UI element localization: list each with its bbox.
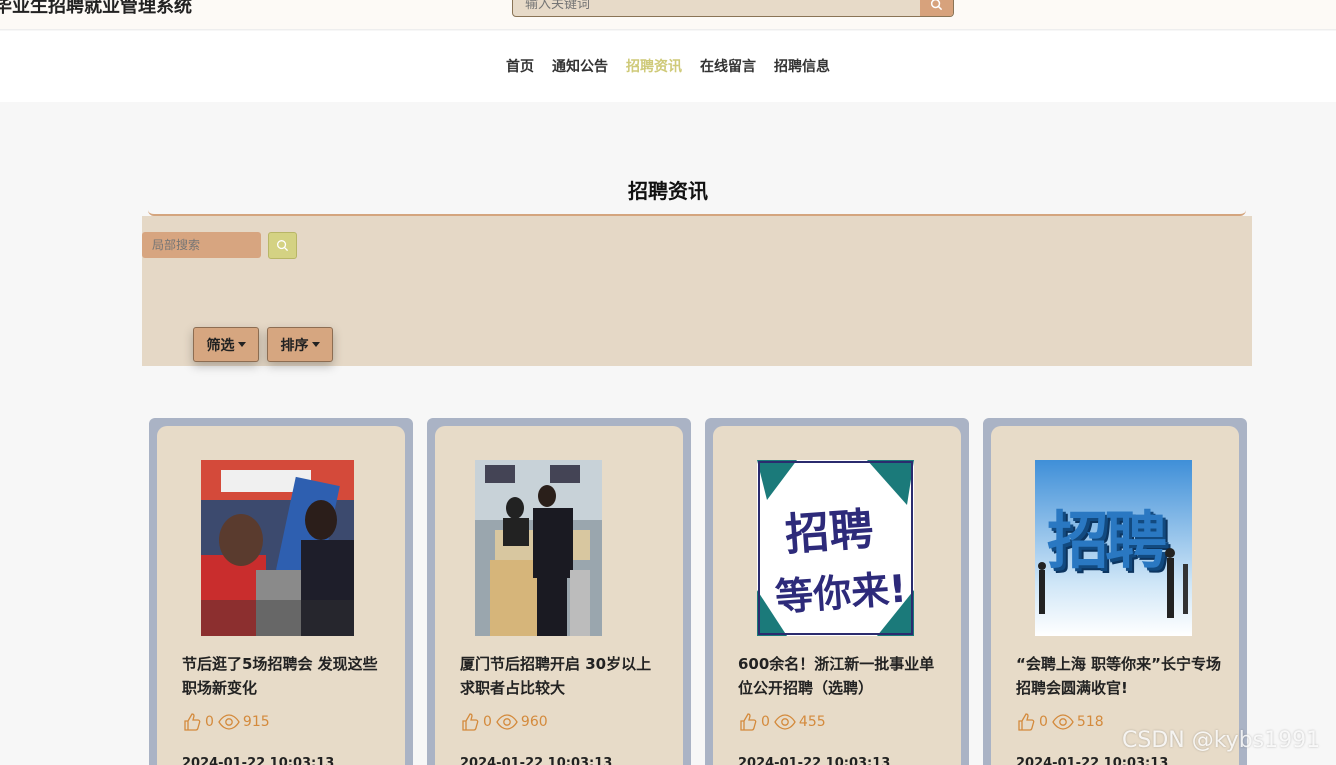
- watermark: CSDN @kybs1991: [1122, 728, 1321, 753]
- eye-icon: [218, 714, 240, 730]
- thumbs-up-icon[interactable]: [182, 712, 202, 732]
- nav-item-recruit-news[interactable]: 招聘资讯: [626, 56, 682, 76]
- nav-item-messages[interactable]: 在线留言: [700, 56, 756, 76]
- nav-item-notices[interactable]: 通知公告: [552, 56, 608, 76]
- news-card-title[interactable]: 600余名！浙江新一批事业单位公开招聘（选聘）: [738, 652, 943, 700]
- news-card-body: 节后逛了5场招聘会 发现这些职场新变化 0 915 2024-01-22 10:…: [157, 426, 405, 765]
- thumbs-up-icon[interactable]: [1016, 712, 1036, 732]
- news-card-stats: 0 915: [182, 712, 274, 732]
- eye-icon: [1052, 714, 1074, 730]
- local-search-input[interactable]: [142, 232, 261, 258]
- news-card-title[interactable]: “会聘上海 职等你来”长宁专场招聘会圆满收官!: [1016, 652, 1221, 700]
- thumbs-up-icon[interactable]: [460, 712, 480, 732]
- news-card-title[interactable]: 节后逛了5场招聘会 发现这些职场新变化: [182, 652, 387, 700]
- news-card[interactable]: 节后逛了5场招聘会 发现这些职场新变化 0 915 2024-01-22 10:…: [149, 418, 413, 765]
- like-count: 0: [1039, 714, 1048, 730]
- news-card-image[interactable]: 招聘: [1035, 460, 1192, 636]
- thumbs-up-icon[interactable]: [738, 712, 758, 732]
- view-count: 455: [798, 714, 826, 730]
- filter-panel: 筛选 排序: [142, 216, 1252, 366]
- news-card-stats: 0 960: [460, 712, 552, 732]
- caret-down-icon: [237, 342, 246, 347]
- caret-down-icon: [311, 342, 320, 347]
- news-card-image[interactable]: 招聘 等你来!: [757, 460, 914, 636]
- like-count: 0: [483, 714, 492, 730]
- filter-label: 筛选: [206, 337, 235, 354]
- news-card-date: 2024-01-22 10:03:13: [460, 756, 613, 765]
- sort-dropdown-button[interactable]: 排序: [267, 327, 333, 362]
- search-icon: [277, 240, 289, 252]
- main-nav-bar: 首页 通知公告 招聘资讯 在线留言 招聘信息: [0, 31, 1336, 102]
- main-nav: 首页 通知公告 招聘资讯 在线留言 招聘信息: [0, 56, 1336, 76]
- news-card-title[interactable]: 厦门节后招聘开启 30岁以上求职者占比较大: [460, 652, 665, 700]
- top-bar: 毕业生招聘就业管理系统: [0, 0, 1336, 30]
- nav-item-job-info[interactable]: 招聘信息: [774, 56, 830, 76]
- like-count: 0: [761, 714, 770, 730]
- news-card-date: 2024-01-22 10:03:13: [1016, 756, 1169, 765]
- eye-icon: [774, 714, 796, 730]
- news-card[interactable]: 招聘 “会聘上海 职等你来”长宁专场招聘会圆满收官! 0 518 2024-01…: [983, 418, 1247, 765]
- global-search-input[interactable]: [513, 0, 921, 16]
- page-title: 招聘资讯: [628, 179, 708, 203]
- news-card-body: 招聘 等你来! 600余名！浙江新一批事业单位公开招聘（选聘） 0 455 20…: [713, 426, 961, 765]
- like-count: 0: [205, 714, 214, 730]
- filter-dropdown-button[interactable]: 筛选: [193, 327, 259, 362]
- news-card[interactable]: 招聘 等你来! 600余名！浙江新一批事业单位公开招聘（选聘） 0 455 20…: [705, 418, 969, 765]
- global-search-button[interactable]: [920, 0, 953, 16]
- view-count: 518: [1076, 714, 1104, 730]
- news-card[interactable]: 厦门节后招聘开启 30岁以上求职者占比较大 0 960 2024-01-22 1…: [427, 418, 691, 765]
- poster-text-top: 招聘: [783, 503, 875, 561]
- poster-text-bottom: 等你来!: [773, 566, 908, 620]
- news-card-image[interactable]: [475, 460, 602, 636]
- eye-icon: [496, 714, 518, 730]
- news-card-date: 2024-01-22 10:03:13: [182, 756, 335, 765]
- view-count: 915: [242, 714, 270, 730]
- nav-item-home[interactable]: 首页: [506, 56, 534, 76]
- view-count: 960: [520, 714, 548, 730]
- local-search-button[interactable]: [268, 232, 297, 259]
- news-card-stats: 0 455: [738, 712, 830, 732]
- search-icon: [930, 0, 943, 11]
- sort-label: 排序: [280, 337, 309, 354]
- news-card-date: 2024-01-22 10:03:13: [738, 756, 891, 765]
- news-card-body: 招聘 “会聘上海 职等你来”长宁专场招聘会圆满收官! 0 518 2024-01…: [991, 426, 1239, 765]
- news-card-body: 厦门节后招聘开启 30岁以上求职者占比较大 0 960 2024-01-22 1…: [435, 426, 683, 765]
- site-title: 毕业生招聘就业管理系统: [0, 0, 192, 17]
- global-search-box: [512, 0, 954, 17]
- news-card-stats: 0 518: [1016, 712, 1108, 732]
- news-card-image[interactable]: [201, 460, 354, 636]
